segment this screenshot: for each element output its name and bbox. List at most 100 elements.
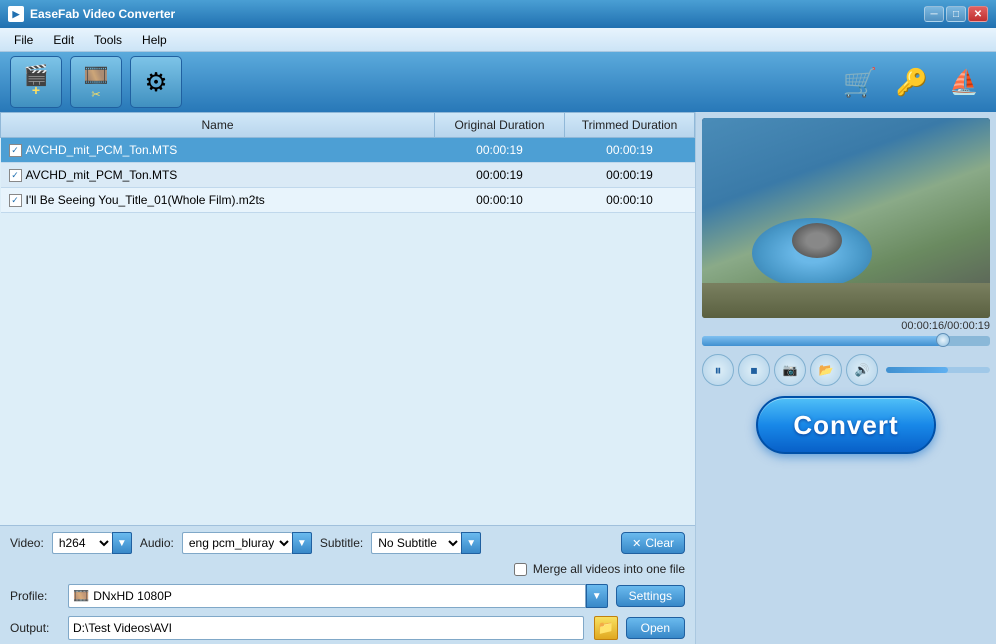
row-trimmed: 00:00:19	[565, 138, 695, 163]
file-table-wrapper: Name Original Duration Trimmed Duration …	[0, 112, 695, 525]
window-controls: ─ □ ✕	[924, 6, 988, 22]
profile-icon-area: 🎞️ DNxHD 1080P	[68, 584, 586, 608]
subtitle-select[interactable]: No Subtitle	[371, 532, 461, 554]
row-trimmed: 00:00:10	[565, 188, 695, 213]
profile-select-group: 🎞️ DNxHD 1080P ▼	[68, 584, 608, 608]
progress-bar[interactable]	[702, 336, 990, 346]
table-row[interactable]: ✓ I'll Be Seeing You_Title_01(Whole Film…	[1, 188, 695, 213]
open-button[interactable]: Open	[626, 617, 685, 639]
row-trimmed: 00:00:19	[565, 163, 695, 188]
settings-button[interactable]: ⚙	[130, 56, 182, 108]
profile-row: Profile: 🎞️ DNxHD 1080P ▼ Settings	[0, 580, 695, 612]
menu-help[interactable]: Help	[132, 31, 177, 49]
snapshot-button[interactable]: 📷	[774, 354, 806, 386]
row-original: 00:00:19	[435, 138, 565, 163]
menubar: File Edit Tools Help	[0, 28, 996, 52]
video-label: Video:	[10, 536, 44, 550]
col-name: Name	[1, 113, 435, 138]
row-checkbox-1[interactable]: ✓	[9, 169, 22, 182]
audio-select[interactable]: eng pcm_bluray	[182, 532, 292, 554]
maximize-button[interactable]: □	[946, 6, 966, 22]
app-title: EaseFab Video Converter	[30, 7, 175, 21]
camera-icon: 📷	[783, 363, 798, 377]
volume-icon: 🔊	[855, 363, 870, 377]
col-original: Original Duration	[435, 113, 565, 138]
volume-slider[interactable]	[886, 367, 990, 373]
pause-icon: ⏸	[715, 362, 722, 379]
close-button[interactable]: ✕	[968, 6, 988, 22]
audio-select-group: eng pcm_bluray ▼	[182, 532, 312, 554]
stop-icon: ⏹	[751, 362, 758, 379]
row-original: 00:00:10	[435, 188, 565, 213]
file-table: Name Original Duration Trimmed Duration …	[0, 112, 695, 213]
volume-button[interactable]: 🔊	[846, 354, 878, 386]
volume-fill	[886, 367, 948, 373]
subtitle-select-group: No Subtitle ▼	[371, 532, 481, 554]
pause-button[interactable]: ⏸	[702, 354, 734, 386]
player-controls: ⏸ ⏹ 📷 📂 🔊	[702, 354, 990, 386]
add-video-button[interactable]: 🎬 +	[10, 56, 62, 108]
ground	[702, 283, 990, 318]
audio-dropdown-arrow[interactable]: ▼	[292, 532, 312, 554]
audio-label: Audio:	[140, 536, 174, 550]
subtitle-label: Subtitle:	[320, 536, 363, 550]
key-icon: 🔑	[896, 67, 928, 98]
row-original: 00:00:19	[435, 163, 565, 188]
convert-button[interactable]: Convert	[756, 396, 936, 454]
open-folder-icon: 📂	[819, 363, 834, 377]
col-trimmed: Trimmed Duration	[565, 113, 695, 138]
video-preview	[702, 118, 990, 318]
subtitle-dropdown-arrow[interactable]: ▼	[461, 532, 481, 554]
output-label: Output:	[10, 621, 60, 635]
folder-icon: 📁	[598, 620, 614, 636]
video-select-group: h264 ▼	[52, 532, 132, 554]
progress-thumb[interactable]	[936, 333, 950, 347]
filelist-area: Name Original Duration Trimmed Duration …	[0, 112, 696, 644]
merge-label: Merge all videos into one file	[533, 562, 685, 576]
menu-file[interactable]: File	[4, 31, 43, 49]
toolbar: 🎬 + 🎞️ ✂ ⚙ 🛒 🔑 ⛵	[0, 52, 996, 112]
edit-video-button[interactable]: 🎞️ ✂	[70, 56, 122, 108]
key-button[interactable]: 🔑	[890, 60, 934, 104]
shop-icon: 🛒	[843, 66, 878, 99]
merge-row: Merge all videos into one file	[0, 560, 695, 580]
profile-film-icon: 🎞️	[73, 588, 89, 604]
stop-button[interactable]: ⏹	[738, 354, 770, 386]
menu-tools[interactable]: Tools	[84, 31, 132, 49]
video-dropdown-arrow[interactable]: ▼	[112, 532, 132, 554]
preview-area: 00:00:16/00:00:19 ⏸ ⏹ 📷 📂 🔊	[696, 112, 996, 644]
convert-area: Convert	[702, 386, 990, 460]
clear-icon: ✕	[632, 537, 641, 550]
time-display: 00:00:16/00:00:19	[702, 318, 990, 334]
folder-button[interactable]: 📁	[594, 616, 618, 640]
titlebar: ▶ EaseFab Video Converter ─ □ ✕	[0, 0, 996, 28]
video-select[interactable]: h264	[52, 532, 112, 554]
profile-dropdown-arrow[interactable]: ▼	[586, 584, 608, 608]
minimize-button[interactable]: ─	[924, 6, 944, 22]
row-filename: AVCHD_mit_PCM_Ton.MTS	[26, 168, 178, 182]
merge-checkbox[interactable]	[514, 563, 527, 576]
output-row: Output: D:\Test Videos\AVI 📁 Open	[0, 612, 695, 644]
video-scene	[702, 118, 990, 318]
edit-video-icon: 🎞️	[84, 63, 109, 88]
help-button[interactable]: ⛵	[942, 60, 986, 104]
table-row[interactable]: ✓ AVCHD_mit_PCM_Ton.MTS 00:00:19 00:00:1…	[1, 138, 695, 163]
row-filename: I'll Be Seeing You_Title_01(Whole Film).…	[26, 193, 265, 207]
folder-open-button[interactable]: 📂	[810, 354, 842, 386]
av-row: Video: h264 ▼ Audio: eng pcm_bluray ▼ Su…	[0, 526, 695, 560]
toolbar-right: 🛒 🔑 ⛵	[838, 60, 986, 104]
output-field[interactable]: D:\Test Videos\AVI	[68, 616, 584, 640]
shop-button[interactable]: 🛒	[838, 60, 882, 104]
clear-button[interactable]: ✕ Clear	[621, 532, 685, 554]
row-filename: AVCHD_mit_PCM_Ton.MTS	[26, 143, 178, 157]
profile-value: DNxHD 1080P	[93, 589, 172, 603]
row-checkbox-0[interactable]: ✓	[9, 144, 22, 157]
stone	[792, 223, 842, 258]
progress-fill	[702, 336, 947, 346]
menu-edit[interactable]: Edit	[43, 31, 84, 49]
table-row[interactable]: ✓ AVCHD_mit_PCM_Ton.MTS 00:00:19 00:00:1…	[1, 163, 695, 188]
app-icon: ▶	[8, 6, 24, 22]
settings-btn[interactable]: Settings	[616, 585, 685, 607]
row-checkbox-2[interactable]: ✓	[9, 194, 22, 207]
profile-label: Profile:	[10, 589, 60, 603]
